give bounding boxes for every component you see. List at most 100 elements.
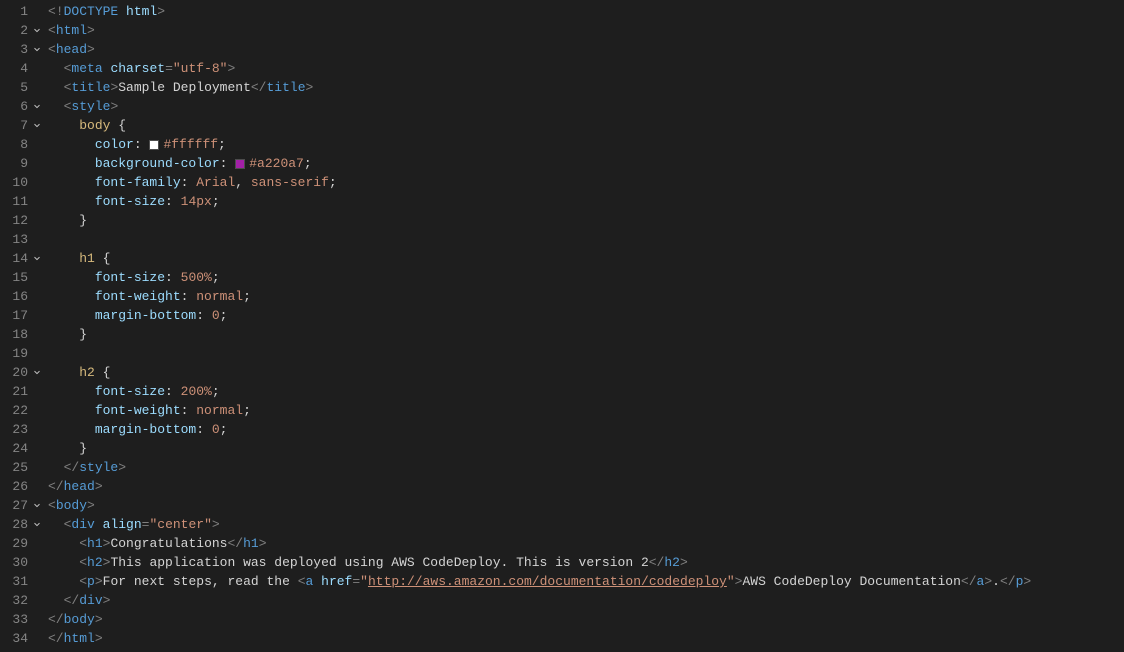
token-punc: > xyxy=(95,477,103,496)
code-line[interactable]: font-size: 500%; xyxy=(48,268,1124,287)
fold-chevron-icon[interactable] xyxy=(30,26,44,36)
code-line[interactable]: font-size: 200%; xyxy=(48,382,1124,401)
line-number: 2 xyxy=(4,21,30,40)
token-punc: < xyxy=(64,97,72,116)
token-str: "center" xyxy=(149,515,211,534)
code-line[interactable]: <body> xyxy=(48,496,1124,515)
code-line[interactable] xyxy=(48,230,1124,249)
code-line[interactable]: font-family: Arial, sans-serif; xyxy=(48,173,1124,192)
code-line[interactable]: <p>For next steps, read the <a href="htt… xyxy=(48,572,1124,591)
token-punc: = xyxy=(165,59,173,78)
token-punc: = xyxy=(142,515,150,534)
token-prop: font-size xyxy=(95,268,165,287)
code-line[interactable]: } xyxy=(48,325,1124,344)
token-punc: > xyxy=(680,553,688,572)
line-number: 10 xyxy=(4,173,30,192)
line-number: 34 xyxy=(4,629,30,648)
code-line[interactable]: </html> xyxy=(48,629,1124,648)
fold-chevron-icon[interactable] xyxy=(30,121,44,131)
gutter-row: 7 xyxy=(0,116,44,135)
code-line[interactable]: font-size: 14px; xyxy=(48,192,1124,211)
code-line[interactable]: <title>Sample Deployment</title> xyxy=(48,78,1124,97)
gutter-row: 31 xyxy=(0,572,44,591)
token-text: } xyxy=(48,211,87,230)
line-number: 16 xyxy=(4,287,30,306)
gutter-row: 11 xyxy=(0,192,44,211)
token-sel: body xyxy=(79,116,110,135)
token-val: 0 xyxy=(212,306,220,325)
code-line[interactable]: } xyxy=(48,211,1124,230)
code-line[interactable]: <h1>Congratulations</h1> xyxy=(48,534,1124,553)
token-text: : xyxy=(165,192,181,211)
line-number: 11 xyxy=(4,192,30,211)
token-prop: font-family xyxy=(95,173,181,192)
token-prop: font-size xyxy=(95,192,165,211)
fold-chevron-icon[interactable] xyxy=(30,254,44,264)
code-line[interactable]: <meta charset="utf-8"> xyxy=(48,59,1124,78)
gutter-row: 32 xyxy=(0,591,44,610)
token-punc: = xyxy=(352,572,360,591)
gutter-row: 23 xyxy=(0,420,44,439)
line-number: 3 xyxy=(4,40,30,59)
token-punc: > xyxy=(95,629,103,648)
code-line[interactable]: body { xyxy=(48,116,1124,135)
code-line[interactable]: <style> xyxy=(48,97,1124,116)
gutter-row: 3 xyxy=(0,40,44,59)
line-number: 20 xyxy=(4,363,30,382)
code-line[interactable]: color: #ffffff; xyxy=(48,135,1124,154)
gutter-row: 15 xyxy=(0,268,44,287)
gutter-row: 19 xyxy=(0,344,44,363)
code-line[interactable]: </body> xyxy=(48,610,1124,629)
token-punc: </ xyxy=(48,610,64,629)
token-punc: > xyxy=(227,59,235,78)
token-text xyxy=(48,553,79,572)
token-punc: < xyxy=(48,40,56,59)
color-swatch-icon[interactable] xyxy=(235,159,245,169)
code-line[interactable]: <html> xyxy=(48,21,1124,40)
line-number: 23 xyxy=(4,420,30,439)
line-number: 7 xyxy=(4,116,30,135)
token-punc: < xyxy=(79,553,87,572)
token-tag: html xyxy=(64,629,95,648)
code-line[interactable]: h1 { xyxy=(48,249,1124,268)
gutter-row: 28 xyxy=(0,515,44,534)
code-line[interactable]: </div> xyxy=(48,591,1124,610)
code-line[interactable]: <head> xyxy=(48,40,1124,59)
code-line[interactable]: h2 { xyxy=(48,363,1124,382)
code-line[interactable] xyxy=(48,344,1124,363)
token-text xyxy=(48,78,64,97)
code-line[interactable]: </style> xyxy=(48,458,1124,477)
fold-chevron-icon[interactable] xyxy=(30,501,44,511)
code-line[interactable]: margin-bottom: 0; xyxy=(48,306,1124,325)
fold-chevron-icon[interactable] xyxy=(30,520,44,530)
code-line[interactable]: <h2>This application was deployed using … xyxy=(48,553,1124,572)
code-line[interactable]: <div align="center"> xyxy=(48,515,1124,534)
code-line[interactable]: <!DOCTYPE html> xyxy=(48,2,1124,21)
gutter-row: 26 xyxy=(0,477,44,496)
line-number: 12 xyxy=(4,211,30,230)
code-line[interactable]: </head> xyxy=(48,477,1124,496)
token-text: : xyxy=(181,401,197,420)
token-tag: head xyxy=(56,40,87,59)
token-text: : xyxy=(134,135,150,154)
code-line[interactable]: background-color: #a220a7; xyxy=(48,154,1124,173)
fold-chevron-icon[interactable] xyxy=(30,368,44,378)
line-number: 31 xyxy=(4,572,30,591)
token-val: #a220a7 xyxy=(249,154,304,173)
token-punc: > xyxy=(306,78,314,97)
code-line[interactable]: } xyxy=(48,439,1124,458)
code-line[interactable]: margin-bottom: 0; xyxy=(48,420,1124,439)
token-text xyxy=(118,2,126,21)
token-tag: div xyxy=(79,591,102,610)
token-tag: a xyxy=(306,572,314,591)
fold-chevron-icon[interactable] xyxy=(30,45,44,55)
code-editor[interactable]: <!DOCTYPE html><html><head> <meta charse… xyxy=(44,0,1124,652)
line-number: 30 xyxy=(4,553,30,572)
fold-chevron-icon[interactable] xyxy=(30,102,44,112)
color-swatch-icon[interactable] xyxy=(149,140,159,150)
code-line[interactable]: font-weight: normal; xyxy=(48,287,1124,306)
token-punc: > xyxy=(259,534,267,553)
token-val: Arial xyxy=(196,173,235,192)
line-number-gutter: 1234567891011121314151617181920212223242… xyxy=(0,0,44,652)
code-line[interactable]: font-weight: normal; xyxy=(48,401,1124,420)
